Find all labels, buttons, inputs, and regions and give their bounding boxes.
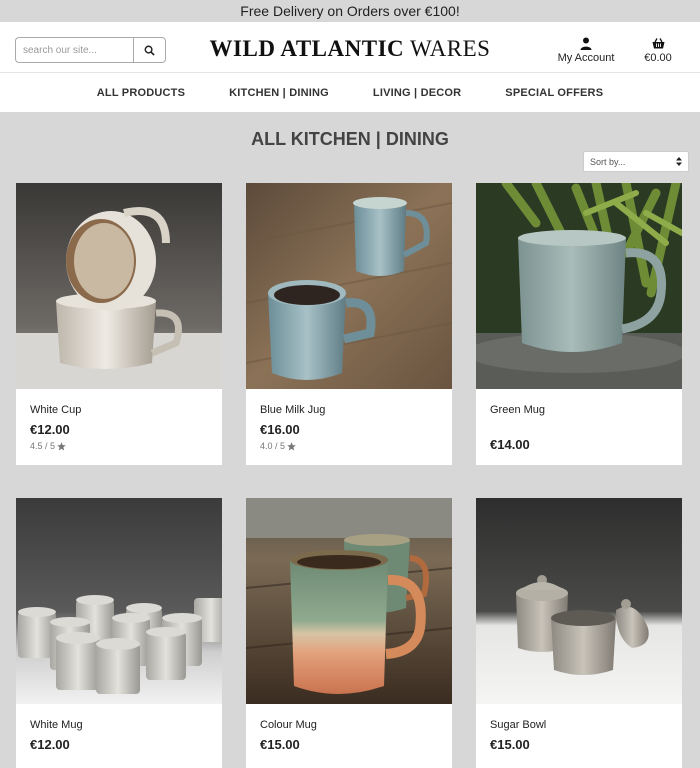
search-button[interactable] (133, 37, 166, 63)
product-card[interactable]: Blue Milk Jug €16.00 4.0 / 5 (246, 183, 452, 465)
product-price: €12.00 (30, 737, 70, 752)
sort-select[interactable]: Sort by... (583, 151, 689, 172)
product-name[interactable]: Colour Mug (260, 719, 438, 731)
delivery-banner: Free Delivery on Orders over €100! (0, 0, 700, 22)
product-image-colour-mug[interactable] (246, 498, 452, 704)
cart-link[interactable]: €0.00 (638, 35, 678, 64)
product-rating: 4.0 / 5 (260, 441, 438, 451)
page-title: ALL KITCHEN | DINING (251, 129, 449, 149)
sort-arrows-icon (676, 157, 682, 166)
star-icon (287, 441, 296, 450)
my-account-label: My Account (557, 52, 615, 64)
product-card[interactable]: Sugar Bowl €15.00 (476, 498, 682, 768)
nav-kitchen-dining[interactable]: KITCHEN | DINING (229, 87, 329, 99)
logo-bold: WILD ATLANTIC (209, 36, 405, 61)
cart-total: €0.00 (644, 52, 672, 64)
product-name[interactable]: White Cup (30, 404, 208, 416)
basket-icon (652, 37, 664, 48)
nav-special-offers[interactable]: SPECIAL OFFERS (505, 87, 603, 99)
my-account-link[interactable]: My Account (553, 35, 619, 64)
product-name[interactable]: Green Mug (490, 404, 668, 416)
nav-living-decor[interactable]: LIVING | DECOR (373, 87, 461, 99)
star-icon (57, 441, 66, 450)
product-image-white-cup[interactable] (16, 183, 222, 389)
product-image-blue-milk-jug[interactable] (246, 183, 452, 389)
sort-label: Sort by... (590, 156, 626, 167)
user-icon (580, 37, 592, 50)
product-card[interactable]: White Mug €12.00 (16, 498, 222, 768)
product-price: €16.00 (260, 422, 300, 437)
product-name[interactable]: Sugar Bowl (490, 719, 668, 731)
nav-all-products[interactable]: ALL PRODUCTS (97, 87, 185, 99)
rating-value: 4.5 / 5 (30, 441, 56, 451)
product-image-green-mug[interactable] (476, 183, 682, 389)
search-input[interactable] (15, 37, 133, 63)
search-icon (144, 45, 155, 56)
product-image-white-mug[interactable] (16, 498, 222, 704)
logo-light: WARES (409, 36, 491, 61)
product-card[interactable]: Colour Mug €15.00 (246, 498, 452, 768)
product-image-sugar-bowl[interactable] (476, 498, 682, 704)
product-name[interactable]: White Mug (30, 719, 208, 731)
product-price: €15.00 (260, 737, 300, 752)
product-price: €15.00 (490, 737, 530, 752)
site-header: WILD ATLANTIC WARES My Account €0.00 (0, 22, 700, 72)
main-nav: ALL PRODUCTS KITCHEN | DINING LIVING | D… (0, 72, 700, 112)
product-card[interactable]: Green Mug €14.00 (476, 183, 682, 465)
product-name[interactable]: Blue Milk Jug (260, 404, 438, 416)
product-rating: 4.5 / 5 (30, 441, 208, 451)
product-card[interactable]: White Cup €12.00 4.5 / 5 (16, 183, 222, 465)
search-form (15, 37, 166, 63)
banner-text: Free Delivery on Orders over €100! (240, 3, 460, 19)
product-price: €12.00 (30, 422, 70, 437)
product-price: €14.00 (490, 437, 530, 452)
rating-value: 4.0 / 5 (260, 441, 286, 451)
